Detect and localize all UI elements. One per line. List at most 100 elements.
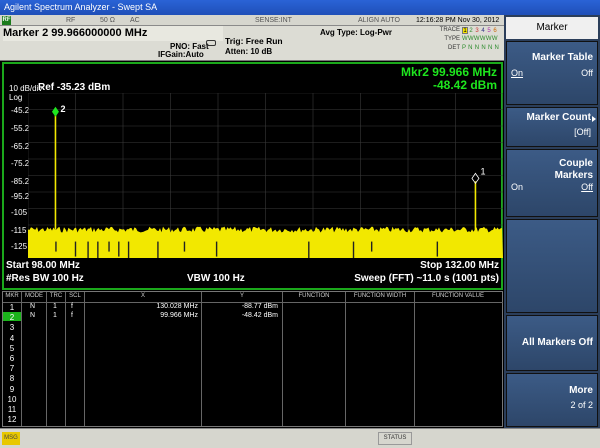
y-tick-label: -95.2 <box>11 192 30 201</box>
row1-mode: N <box>30 303 36 310</box>
trace-label: TRACE <box>439 27 460 33</box>
y-tick-label: -115 <box>11 226 27 235</box>
marker2-label: 2 <box>60 104 65 114</box>
marker-count-softkey[interactable]: Marker Count [Off] <box>506 107 598 147</box>
blank-softkey <box>506 219 598 313</box>
couple-markers-softkey[interactable]: Couple Markers On Off <box>506 149 598 217</box>
table-row-number: 9 <box>9 384 15 394</box>
y-tick-label: -65.2 <box>11 142 30 151</box>
y-tick-label: -105 <box>11 208 28 217</box>
trigger-label: Trig: Free Run <box>225 36 283 46</box>
row2-x: 99.966 MHz <box>160 312 198 319</box>
col-header-mode: MODE <box>25 293 43 299</box>
y-tick-label: -75.2 <box>11 159 30 168</box>
marker-table[interactable]: MKR MODE TRC SCL X Y FUNCTION FUNCTION W… <box>2 291 503 427</box>
table-row-number: 7 <box>9 364 15 374</box>
marker-symbols: 21 <box>51 104 485 185</box>
y-tick-label: -85.2 <box>11 177 30 186</box>
more-label: More <box>569 385 593 396</box>
col-header-mkr: MKR <box>5 293 19 299</box>
couple-markers-off: Off <box>581 182 593 192</box>
all-markers-off-label: All Markers Off <box>521 337 593 348</box>
couple-markers-line1: Couple <box>559 158 593 169</box>
table-row-number: 2 <box>9 313 15 323</box>
row1-y: -88.77 dBm <box>241 303 278 310</box>
spectrum-display[interactable]: Mkr2 99.966 MHz -48.42 dBm 10 dB/div Log… <box>2 62 503 290</box>
align-label: ALIGN AUTO <box>358 17 400 24</box>
res-bw: #Res BW 100 Hz <box>6 273 84 284</box>
couple-markers-line2: Markers <box>554 170 593 181</box>
softkey-menu-title: Marker <box>506 17 598 39</box>
trace-boxes: 123456 <box>462 27 498 35</box>
atten-label: Atten: 10 dB <box>225 47 273 56</box>
impedance-label: 50 Ω <box>100 17 115 24</box>
marker-table-on: On <box>511 68 524 78</box>
y-tick-label: -125 <box>11 242 28 251</box>
row1-scl: f <box>71 303 73 310</box>
msg-button[interactable]: MSG <box>2 432 20 445</box>
col-header-function: FUNCTION <box>298 293 330 299</box>
col-header-function-width: FUNCTION WIDTH <box>353 293 407 299</box>
row2-scl: f <box>71 312 73 319</box>
table-divider <box>46 292 47 426</box>
marker-title[interactable]: Marker 2 99.966000000 MHz <box>3 26 223 41</box>
start-freq: Start 98.00 MHz <box>6 260 80 271</box>
type-row: WWWWWW <box>462 36 498 42</box>
more-page: 2 of 2 <box>570 400 593 410</box>
marker-table-label: Marker Table <box>532 52 593 63</box>
sweep-info: Sweep (FFT) ~11.0 s (1001 pts) <box>354 273 499 284</box>
table-row-number: 12 <box>7 415 17 425</box>
all-markers-off-softkey[interactable]: All Markers Off <box>506 315 598 371</box>
table-divider <box>345 292 346 426</box>
status-button[interactable]: STATUS <box>378 432 412 445</box>
more-softkey[interactable]: More 2 of 2 <box>506 373 598 427</box>
stop-freq: Stop 132.00 MHz <box>420 260 499 271</box>
noise-floor-fill <box>28 226 503 258</box>
col-header-x: X <box>140 293 145 299</box>
row2-trc: 1 <box>53 312 57 319</box>
marker-table-off: Off <box>581 68 593 78</box>
det-label: DET <box>448 45 460 51</box>
col-header-scl: SCL <box>69 293 81 299</box>
table-row-number: 11 <box>7 405 17 414</box>
trace-box-6: 6 <box>493 28 497 34</box>
table-row-number: 4 <box>9 333 15 343</box>
submenu-arrow-icon <box>592 116 596 122</box>
datetime-label: 12:16:28 PM Nov 30, 2012 <box>416 17 500 24</box>
coupling-label: AC <box>130 17 140 24</box>
table-row-number: 6 <box>9 354 15 363</box>
marker-readout: Mkr2 99.966 MHz -48.42 dBm <box>401 66 497 92</box>
marker1-label: 1 <box>480 166 485 176</box>
avg-type-label: Avg Type: Log-Pwr <box>320 28 392 37</box>
col-header-y: Y <box>239 293 244 299</box>
det-row: P N N N N N <box>462 45 500 51</box>
sense-label: SENSE:INT <box>255 17 292 24</box>
marker-count-label: Marker Count <box>526 112 591 123</box>
pno-toggle-icon <box>206 40 216 46</box>
type-label: TYPE <box>444 36 460 42</box>
reference-level: Ref -35.23 dBm <box>38 82 111 93</box>
spectrum-plot[interactable]: 21 <box>28 93 503 258</box>
marker-readout-amp: -48.42 dBm <box>432 78 497 92</box>
table-divider <box>282 292 283 426</box>
col-header-function-value: FUNCTION VALUE <box>432 293 484 299</box>
table-divider <box>65 292 66 426</box>
table-row-number: 1 <box>9 303 15 312</box>
y-tick-label: -45.2 <box>11 106 30 115</box>
status-row: RF RF 50 Ω AC SENSE:INT ALIGN AUTO 12:16… <box>0 15 504 26</box>
ifgain-label: IFGain:Auto <box>158 50 204 59</box>
table-row-number: 3 <box>9 323 15 333</box>
noise-floor-trace <box>28 226 503 258</box>
table-row-number: 8 <box>9 374 15 384</box>
row2-y: -48.42 dBm <box>241 312 278 319</box>
table-divider <box>414 292 415 426</box>
vbw: VBW 100 Hz <box>187 273 245 284</box>
bottom-status-bar: MSG STATUS <box>0 428 600 448</box>
col-header-trc: TRC <box>49 293 63 299</box>
marker-table-softkey[interactable]: Marker Table On Off <box>506 41 598 105</box>
row1-trc: 1 <box>53 303 57 310</box>
rf-icon: RF <box>2 16 11 25</box>
trace-indicator: TRACE TYPE DET 123456 WWWWWW P N N N N N <box>430 27 504 54</box>
couple-markers-on: On <box>511 182 524 192</box>
row1-x: 130.028 MHz <box>156 303 198 310</box>
